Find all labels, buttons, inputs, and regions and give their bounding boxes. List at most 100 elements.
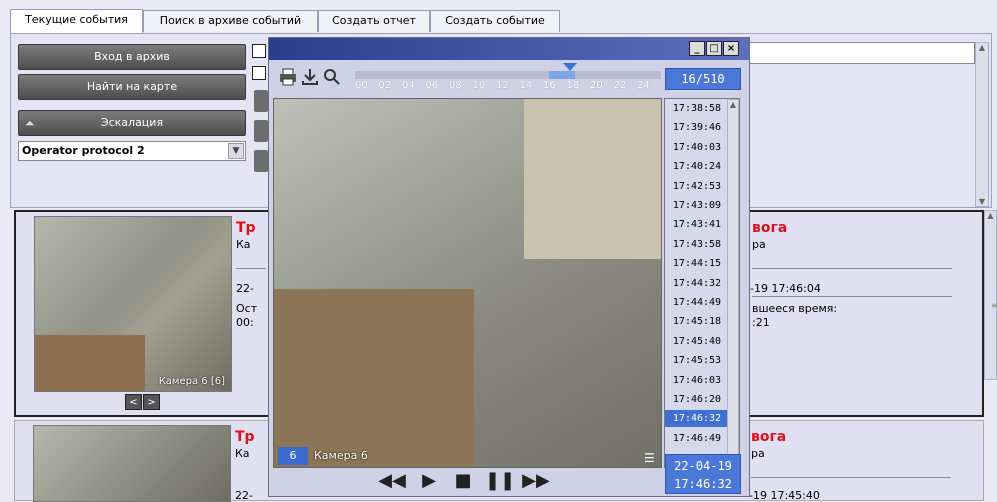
- window-title-bar[interactable]: _ □ ×: [269, 38, 749, 60]
- alarm-title: вога: [751, 429, 787, 445]
- timeline-hour-label: 20: [590, 80, 603, 91]
- time-list-item[interactable]: 17:38:58: [665, 100, 729, 117]
- stop-button[interactable]: ■: [451, 470, 475, 491]
- timeline-hours: 00 02 04 06 08 10 12 14 16 18 20 22 24: [355, 66, 661, 96]
- protocol-select[interactable]: Operator protocol 2 ▼: [18, 141, 246, 161]
- timeline-hour-label: 16: [543, 80, 556, 91]
- time-list-scrollbar[interactable]: ▲ ▼: [727, 99, 739, 467]
- datetime-display: 22-04-19 17:46:32: [665, 454, 741, 494]
- video-frame[interactable]: 6 Камера 6 ☰: [273, 98, 662, 468]
- find-on-map-button[interactable]: Найти на карте: [18, 74, 246, 100]
- timeline-hour-label: 18: [566, 80, 580, 91]
- minimize-button[interactable]: _: [689, 41, 705, 56]
- time-list-item[interactable]: 17:43:09: [665, 197, 729, 214]
- close-button[interactable]: ×: [723, 41, 739, 56]
- pause-button[interactable]: ❚❚: [485, 470, 515, 491]
- tab-bar: Текущие события Поиск в архиве событий С…: [0, 0, 997, 34]
- camera-label-left: Ка: [235, 447, 250, 460]
- time-list-item[interactable]: 17:46:03: [665, 372, 729, 389]
- timeline-hour-label: 10: [472, 80, 486, 91]
- play-button[interactable]: ▶: [417, 470, 441, 491]
- scroll-grip-icon: ≡: [991, 301, 997, 310]
- download-icon[interactable]: [301, 68, 319, 86]
- tab-archive-search[interactable]: Поиск в архиве событий: [143, 10, 318, 32]
- tab-current-events[interactable]: Текущие события: [10, 9, 143, 33]
- divider: [751, 477, 951, 478]
- timeline[interactable]: 00 02 04 06 08 10 12 14 16 18 20 22 24: [355, 63, 661, 96]
- divider-2: [752, 296, 952, 297]
- panel-scrollbar[interactable]: ▲ ▼: [975, 42, 989, 207]
- timeline-hour-label: 12: [496, 80, 509, 91]
- event-date: -19 17:45:40: [749, 489, 820, 502]
- prev-image-button[interactable]: <: [125, 394, 142, 410]
- camera-label-left: Ка: [236, 238, 251, 251]
- scroll-down-icon[interactable]: ▼: [976, 197, 988, 206]
- time-list-item[interactable]: 17:46:49: [665, 430, 729, 447]
- time-list-item[interactable]: 17:43:58: [665, 236, 729, 253]
- time-list-item[interactable]: 17:40:24: [665, 158, 729, 175]
- alarm-title-left: Тр: [236, 220, 256, 236]
- print-icon[interactable]: [279, 68, 297, 86]
- time-list-item[interactable]: 17:44:32: [665, 275, 729, 292]
- events-scrollbar[interactable]: ▲ ≡: [984, 210, 997, 380]
- alarm-title-left: Тр: [235, 429, 255, 445]
- timeline-hour-label: 22: [613, 80, 627, 91]
- archive-button[interactable]: Вход в архив: [18, 44, 246, 70]
- divider-left: [236, 268, 266, 269]
- forward-button[interactable]: ▶▶: [521, 470, 551, 491]
- escalation-label: Эскалация: [100, 116, 164, 129]
- event-date-left: 22-: [235, 489, 253, 502]
- escalation-button[interactable]: ⏶ Эскалация: [18, 110, 246, 136]
- timeline-hour-label: 04: [402, 80, 415, 91]
- event-date: -19 17:46:04: [750, 282, 821, 295]
- gray-button-3[interactable]: [254, 150, 268, 172]
- comment-field[interactable]: [749, 42, 975, 64]
- camera-label: ра: [751, 447, 765, 460]
- chevron-down-icon[interactable]: ▼: [228, 143, 244, 159]
- maximize-button[interactable]: □: [706, 41, 722, 56]
- checkbox-2[interactable]: [252, 66, 266, 80]
- camera-label: Камера 6: [314, 449, 368, 462]
- time-list-item[interactable]: 17:46:20: [665, 391, 729, 408]
- camera-number-badge: 6: [278, 447, 308, 465]
- menu-icon[interactable]: ☰: [644, 451, 655, 465]
- time-list-item[interactable]: 17:42:53: [665, 178, 729, 195]
- timeline-hour-label: 06: [425, 80, 439, 91]
- event-thumbnail-1[interactable]: Камера 6 [6]: [34, 216, 232, 392]
- time-list-item[interactable]: 17:45:40: [665, 333, 729, 350]
- timeline-hour-label: 00: [355, 80, 368, 91]
- remaining-time-value: :21: [752, 316, 770, 329]
- time-list-item[interactable]: 17:44:15: [665, 255, 729, 272]
- time-list-item[interactable]: 17:45:18: [665, 313, 729, 330]
- time-list-item[interactable]: 17:39:46: [665, 119, 729, 136]
- tab-create-report[interactable]: Создать отчет: [318, 10, 430, 32]
- time-list: 17:38:58 17:39:46 17:40:03 17:40:24 17:42:53…: [665, 99, 729, 469]
- ground-patch: [35, 335, 145, 391]
- gray-button-2[interactable]: [254, 120, 268, 142]
- remaining-time-label: вшееся время:: [752, 302, 838, 315]
- time-list-item[interactable]: 17:44:49: [665, 294, 729, 311]
- scroll-up-icon[interactable]: ▲: [985, 211, 996, 220]
- time-list-item[interactable]: 17:46:32: [665, 410, 729, 428]
- time-list-item[interactable]: 17:45:53: [665, 352, 729, 369]
- camera-label: ра: [752, 238, 766, 251]
- tab-create-event[interactable]: Создать событие: [430, 10, 560, 32]
- zoom-icon[interactable]: [323, 68, 341, 86]
- scroll-up-icon[interactable]: ▲: [976, 43, 988, 52]
- thumbnail-caption: Камера 6 [6]: [158, 376, 225, 387]
- rewind-button[interactable]: ◀◀: [377, 470, 407, 491]
- building-wall: [524, 99, 661, 259]
- time-list-item[interactable]: 17:40:03: [665, 139, 729, 156]
- next-image-button[interactable]: >: [143, 394, 160, 410]
- alarm-title: вога: [752, 220, 788, 236]
- rest-value-left: 00:: [236, 316, 254, 329]
- event-time-list[interactable]: 17:38:58 17:39:46 17:40:03 17:40:24 17:42:53…: [664, 98, 740, 468]
- time-list-item[interactable]: 17:43:41: [665, 216, 729, 233]
- timeline-hour-label: 14: [519, 80, 533, 91]
- video-player-window[interactable]: _ □ × 00 02 04 06 08 10 12 14 16 18 20 22 24 16/510 …: [268, 37, 750, 497]
- scroll-up-icon[interactable]: ▲: [728, 100, 738, 109]
- gray-button-1[interactable]: [254, 90, 268, 112]
- checkbox-1[interactable]: [252, 44, 266, 58]
- frame-counter: 16/510: [665, 68, 741, 90]
- event-thumbnail-2[interactable]: [33, 425, 231, 502]
